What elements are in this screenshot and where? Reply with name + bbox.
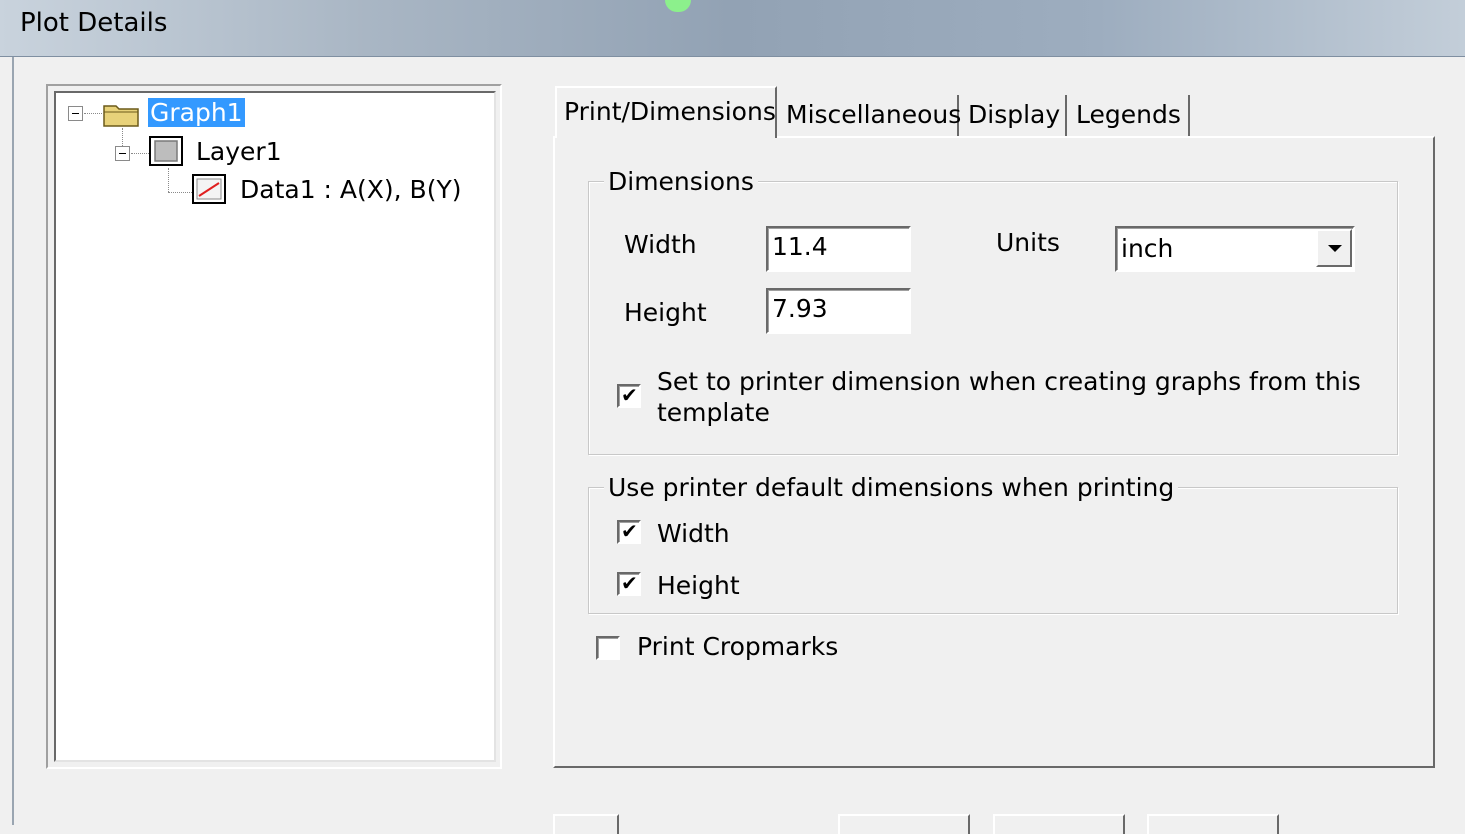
folder-icon bbox=[103, 105, 139, 127]
tab-legends[interactable]: Legends bbox=[1069, 95, 1190, 137]
tree-item-layer[interactable]: Layer1 bbox=[196, 135, 282, 169]
cursor-accent bbox=[665, 0, 691, 12]
print-cropmarks-checkbox[interactable] bbox=[596, 636, 620, 660]
tree-item-layer-label: Layer1 bbox=[196, 137, 282, 166]
set-printer-dimension-label-line2: template bbox=[657, 398, 770, 427]
window-title: Plot Details bbox=[20, 8, 168, 38]
set-printer-dimension-checkbox[interactable]: ✔ bbox=[617, 383, 641, 408]
data-plot-icon bbox=[192, 174, 226, 204]
width-input[interactable]: 11.4 bbox=[766, 226, 911, 272]
tree-connector bbox=[84, 113, 102, 114]
tab-miscellaneous[interactable]: Miscellaneous bbox=[779, 95, 961, 137]
checkmark-icon: ✔ bbox=[621, 519, 638, 543]
tree-item-graph-label: Graph1 bbox=[148, 98, 245, 127]
bottom-button[interactable] bbox=[993, 814, 1125, 834]
bottom-button[interactable] bbox=[1147, 814, 1279, 834]
checkmark-icon: ✔ bbox=[621, 571, 638, 595]
units-select[interactable]: inch bbox=[1115, 226, 1355, 272]
tree-item-data-label: Data1 : A(X), B(Y) bbox=[240, 175, 462, 204]
title-bar[interactable]: Plot Details bbox=[0, 0, 1465, 57]
tree-connector bbox=[122, 128, 123, 146]
tab-display[interactable]: Display bbox=[961, 95, 1067, 137]
units-select-value: inch bbox=[1121, 234, 1174, 263]
printer-height-checkbox[interactable]: ✔ bbox=[617, 571, 641, 596]
set-printer-dimension-label-line1: Set to printer dimension when creating g… bbox=[657, 367, 1361, 396]
printer-defaults-group-label: Use printer default dimensions when prin… bbox=[604, 473, 1179, 503]
tree-connector bbox=[168, 168, 169, 192]
bottom-button[interactable] bbox=[838, 814, 970, 834]
layer-collapse-icon[interactable] bbox=[115, 146, 130, 161]
printer-width-checkbox[interactable]: ✔ bbox=[617, 519, 641, 544]
layer-icon bbox=[149, 136, 183, 166]
print-cropmarks-label: Print Cropmarks bbox=[637, 632, 839, 661]
tab-print-dimensions[interactable]: Print/Dimensions bbox=[555, 86, 777, 138]
width-label: Width bbox=[624, 230, 697, 259]
printer-width-label: Width bbox=[657, 519, 730, 548]
bottom-button[interactable] bbox=[553, 814, 619, 834]
tree-connector bbox=[168, 192, 192, 193]
tree-item-data[interactable]: Data1 : A(X), B(Y) bbox=[240, 173, 461, 207]
chevron-down-icon[interactable] bbox=[1316, 229, 1352, 267]
graph-collapse-icon[interactable] bbox=[68, 106, 83, 121]
height-input[interactable]: 7.93 bbox=[766, 288, 911, 334]
printer-height-label: Height bbox=[657, 571, 740, 600]
height-label: Height bbox=[624, 298, 707, 327]
units-label: Units bbox=[996, 228, 1060, 257]
dimensions-group-label: Dimensions bbox=[604, 167, 758, 197]
tree-item-graph[interactable]: Graph1 bbox=[148, 96, 245, 130]
checkmark-icon: ✔ bbox=[621, 383, 638, 407]
tree-connector bbox=[131, 153, 149, 154]
